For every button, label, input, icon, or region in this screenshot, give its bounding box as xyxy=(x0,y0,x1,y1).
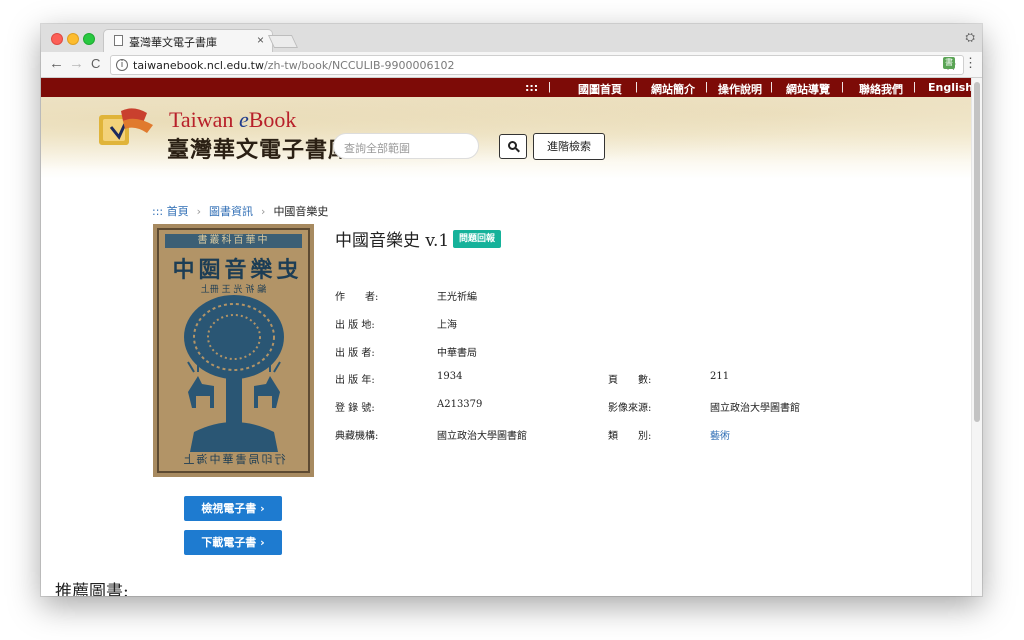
cover-title: 史樂音國中 xyxy=(168,257,299,283)
advanced-search-button[interactable]: 進階檢索 xyxy=(533,133,605,160)
top-navigation: ::: | 國圖首頁 | 網站簡介 | 操作說明 | 網站導覽 | 聯絡我們 |… xyxy=(41,78,973,97)
forward-arrow-icon[interactable]: → xyxy=(69,56,84,72)
extension-icon[interactable]: 書 xyxy=(943,57,955,69)
holding-label: 典藏機構: xyxy=(335,431,379,442)
image-source-label: 影像來源: xyxy=(608,403,652,414)
nav-separator: | xyxy=(635,81,638,93)
book-logo-icon[interactable] xyxy=(97,105,157,147)
nav-sitemap[interactable]: 網站導覽 xyxy=(786,81,830,97)
nav-contact[interactable]: 聯絡我們 xyxy=(859,81,903,97)
breadcrumb-current: 中國音樂史 xyxy=(273,205,329,218)
nav-english[interactable]: English xyxy=(928,81,973,94)
accession-label: 登 錄 號: xyxy=(335,403,375,414)
download-ebook-button[interactable]: 下載電子書 › xyxy=(184,530,282,555)
holding-value: 國立政治大學圖書館 xyxy=(437,431,527,442)
pages-label: 頁 數: xyxy=(608,375,652,386)
nav-separator: | xyxy=(841,81,844,93)
nav-separator: | xyxy=(770,81,773,93)
year-label: 出 版 年: xyxy=(335,375,375,386)
nav-about[interactable]: 網站簡介 xyxy=(651,81,695,97)
place-label: 出 版 地: xyxy=(335,320,375,331)
search-input[interactable]: 查詢全部範圍 xyxy=(333,133,479,159)
new-tab-button[interactable] xyxy=(267,35,299,48)
browser-tab[interactable]: 臺灣華文電子書庫 × xyxy=(103,29,273,52)
close-window-button[interactable] xyxy=(51,33,63,45)
browser-toolbar: ← → C i taiwanebook.ncl.edu.tw/zh-tw/boo… xyxy=(41,52,982,78)
image-source-value: 國立政治大學圖書館 xyxy=(710,403,800,414)
tab-title: 臺灣華文電子書庫 xyxy=(129,36,217,49)
search-button[interactable] xyxy=(499,134,527,159)
url-text: taiwanebook.ncl.edu.tw/zh-tw/book/NCCULI… xyxy=(133,59,455,72)
nav-help[interactable]: 操作說明 xyxy=(718,81,762,97)
logo-chinese[interactable]: 臺灣華文電子書庫 xyxy=(167,132,351,164)
page-viewport: ::: | 國圖首頁 | 網站簡介 | 操作說明 | 網站導覽 | 聯絡我們 |… xyxy=(41,78,982,596)
page-icon xyxy=(114,35,123,46)
category-link[interactable]: 藝術 xyxy=(710,427,730,442)
scrollbar-thumb[interactable] xyxy=(974,82,980,422)
author-value: 王光祈編 xyxy=(437,292,477,303)
minimize-window-button[interactable] xyxy=(67,33,79,45)
book-cover-image[interactable]: 書叢科百華中 史樂音國中 編 祈 光 王 冊上 行印局書華中海上 xyxy=(153,224,314,477)
cover-series: 書叢科百華中 xyxy=(165,234,302,248)
year-value: 1934 xyxy=(437,371,463,382)
nav-separator: | xyxy=(548,81,551,93)
browser-tab-bar: 臺灣華文電子書庫 × ⛭ xyxy=(41,24,982,52)
report-problem-button[interactable]: 問題回報 xyxy=(453,230,501,248)
breadcrumb-book-info[interactable]: 圖書資訊 xyxy=(209,205,253,218)
maximize-window-button[interactable] xyxy=(83,33,95,45)
recommended-books-heading: 推薦圖書: xyxy=(55,582,129,596)
cover-publisher: 行印局書華中海上 xyxy=(181,453,286,466)
accession-value: A213379 xyxy=(437,399,483,410)
place-value: 上海 xyxy=(437,320,457,331)
page-scrollbar[interactable] xyxy=(971,78,982,596)
profile-icon[interactable]: ⛭ xyxy=(965,30,975,45)
breadcrumb-home[interactable]: ::: 首頁 xyxy=(152,205,189,218)
nav-ncl-home[interactable]: 國圖首頁 xyxy=(578,81,622,97)
author-label: 作 者: xyxy=(335,292,379,303)
accesskey-link[interactable]: ::: xyxy=(525,81,538,94)
back-arrow-icon[interactable]: ← xyxy=(49,56,64,72)
nav-separator: | xyxy=(705,81,708,93)
cover-tree-illustration xyxy=(184,295,284,452)
nav-separator: | xyxy=(913,81,916,93)
info-icon[interactable]: i xyxy=(116,59,128,71)
breadcrumb: ::: 首頁 › 圖書資訊 › 中國音樂史 xyxy=(152,205,329,218)
tab-close-icon[interactable]: × xyxy=(257,33,264,47)
reload-icon[interactable]: C xyxy=(91,56,100,72)
address-bar[interactable]: i taiwanebook.ncl.edu.tw/zh-tw/book/NCCU… xyxy=(110,55,964,75)
category-label: 類 別: xyxy=(608,431,652,442)
view-ebook-button[interactable]: 檢視電子書 › xyxy=(184,496,282,521)
pages-value: 211 xyxy=(710,371,730,382)
publisher-value: 中華書局 xyxy=(437,348,477,359)
browser-window: 臺灣華文電子書庫 × ⛭ ← → C i taiwanebook.ncl.edu… xyxy=(41,24,982,596)
book-title: 中國音樂史 v.1 xyxy=(335,231,450,251)
browser-menu-icon[interactable]: ⋮ xyxy=(964,55,977,71)
logo-english[interactable]: Taiwan eBook xyxy=(169,107,296,133)
publisher-label: 出 版 者: xyxy=(335,348,375,359)
